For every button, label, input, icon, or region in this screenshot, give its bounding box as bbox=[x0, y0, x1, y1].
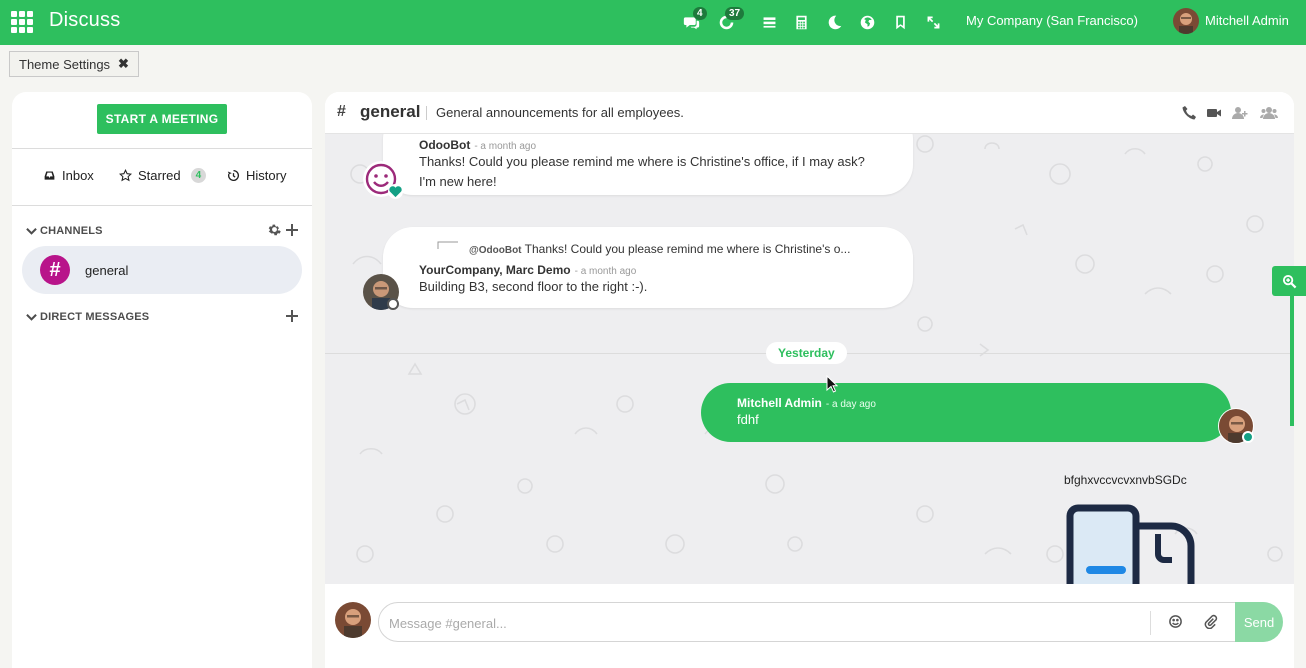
divider bbox=[12, 148, 312, 149]
composer-box: Send bbox=[378, 602, 1283, 642]
close-icon[interactable]: ✖ bbox=[118, 56, 129, 72]
message-mitchell-admin[interactable]: Mitchell Admin - a day ago fdhf bbox=[701, 383, 1231, 442]
add-user-icon[interactable] bbox=[1232, 105, 1248, 121]
starred-count-badge: 4 bbox=[190, 168, 207, 183]
chevron-down-icon bbox=[26, 313, 37, 321]
chat-window: # general General announcements for all … bbox=[325, 92, 1294, 668]
message-marc-demo[interactable]: @OdooBot Thanks! Could you please remind… bbox=[383, 227, 913, 308]
user-name[interactable]: Mitchell Admin bbox=[1205, 13, 1289, 28]
globe-icon[interactable] bbox=[857, 12, 877, 32]
history-icon bbox=[227, 169, 239, 182]
message-date: - a day ago bbox=[825, 399, 876, 410]
expand-icon[interactable] bbox=[923, 12, 943, 32]
message-author[interactable]: YourCompany, Marc Demo bbox=[419, 263, 571, 277]
mailbox-label: Inbox bbox=[62, 168, 94, 183]
star-icon bbox=[119, 169, 132, 182]
hash-icon: # bbox=[337, 103, 346, 120]
paperclip-icon[interactable] bbox=[1203, 614, 1219, 630]
mailbox-inbox[interactable]: Inbox bbox=[43, 168, 94, 183]
message-author[interactable]: Mitchell Admin bbox=[737, 396, 822, 410]
channel-avatar: # bbox=[40, 255, 70, 285]
video-camera-icon[interactable] bbox=[1206, 105, 1222, 121]
document-icon[interactable] bbox=[1066, 504, 1198, 584]
activities-count-badge: 37 bbox=[725, 7, 745, 20]
channels-section-toggle[interactable]: CHANNELS bbox=[26, 225, 103, 237]
gear-icon[interactable] bbox=[268, 223, 281, 239]
chat-header: # general General announcements for all … bbox=[325, 92, 1294, 134]
message-date: - a month ago bbox=[474, 141, 537, 152]
message-input[interactable] bbox=[389, 613, 1129, 633]
divider bbox=[426, 106, 427, 120]
discuss-sidebar: START A MEETING Inbox Starred 4 History … bbox=[12, 92, 312, 668]
reply-to-text[interactable]: Thanks! Could you please remind me where… bbox=[525, 242, 851, 256]
top-navbar: Discuss 4 37 My Company (San Francisco) … bbox=[0, 0, 1306, 45]
divider bbox=[1150, 611, 1151, 635]
channel-description[interactable]: General announcements for all employees. bbox=[436, 105, 684, 120]
emoji-icon[interactable] bbox=[1168, 614, 1184, 630]
start-meeting-button[interactable]: START A MEETING bbox=[97, 104, 227, 134]
reply-connector-icon bbox=[437, 241, 458, 249]
mouse-cursor-icon bbox=[826, 375, 838, 393]
channel-name: general bbox=[85, 262, 129, 278]
channel-title[interactable]: general bbox=[360, 102, 420, 122]
message-author[interactable]: OdooBot bbox=[419, 138, 470, 152]
phone-icon[interactable] bbox=[1181, 105, 1197, 121]
mailbox-label: History bbox=[246, 168, 287, 183]
calculator-icon[interactable] bbox=[791, 12, 811, 32]
online-status-icon bbox=[1242, 431, 1254, 443]
reply-to-author[interactable]: @OdooBot bbox=[469, 245, 522, 256]
day-separator-label: Yesterday bbox=[766, 342, 847, 364]
divider bbox=[12, 205, 312, 206]
offline-status-icon bbox=[387, 298, 399, 310]
direct-messages-header: DIRECT MESSAGES bbox=[40, 311, 150, 323]
message-text: fdhf bbox=[737, 412, 759, 427]
heart-icon bbox=[388, 184, 403, 199]
inbox-icon bbox=[44, 171, 55, 180]
message-date: - a month ago bbox=[574, 266, 637, 277]
mailbox-history[interactable]: History bbox=[227, 168, 286, 183]
send-button[interactable]: Send bbox=[1235, 602, 1283, 642]
mailbox-starred[interactable]: Starred 4 bbox=[119, 168, 207, 183]
channel-item-general[interactable]: # general bbox=[22, 246, 302, 294]
zoom-search-icon[interactable] bbox=[1272, 266, 1306, 296]
message-line: I'm new here! bbox=[419, 174, 497, 189]
company-switcher[interactable]: My Company (San Francisco) bbox=[966, 13, 1138, 28]
messages-count-badge: 4 bbox=[693, 7, 707, 20]
add-channel-icon[interactable] bbox=[286, 223, 298, 239]
user-avatar[interactable] bbox=[1173, 8, 1199, 34]
mailbox-label: Starred bbox=[138, 168, 181, 183]
message-odoobot[interactable]: OdooBot - a month ago Thanks! Could you p… bbox=[383, 134, 913, 195]
message-thread[interactable]: OdooBot - a month ago Thanks! Could you p… bbox=[325, 134, 1294, 584]
scrollbar[interactable] bbox=[1290, 296, 1294, 426]
message-line: Building B3, second floor to the right :… bbox=[419, 279, 648, 294]
apps-icon[interactable] bbox=[11, 11, 33, 33]
theme-settings-label: Theme Settings bbox=[19, 56, 111, 72]
moon-icon[interactable] bbox=[824, 12, 844, 32]
list-icon[interactable] bbox=[759, 12, 779, 32]
chevron-down-icon bbox=[26, 227, 37, 235]
members-icon[interactable] bbox=[1259, 105, 1279, 121]
composer: Send bbox=[325, 584, 1294, 668]
bookmark-icon[interactable] bbox=[890, 12, 910, 32]
theme-settings-button[interactable]: Theme Settings ✖ bbox=[9, 51, 139, 77]
message-line: Thanks! Could you please remind me where… bbox=[419, 154, 865, 169]
app-title: Discuss bbox=[49, 9, 121, 31]
attachment-name[interactable]: bfghxvccvcvxnvbSGDc bbox=[1064, 473, 1187, 487]
composer-avatar bbox=[335, 602, 371, 638]
add-direct-message-icon[interactable] bbox=[286, 309, 298, 325]
direct-messages-section-toggle[interactable]: DIRECT MESSAGES bbox=[26, 311, 149, 323]
channels-header: CHANNELS bbox=[40, 225, 103, 237]
